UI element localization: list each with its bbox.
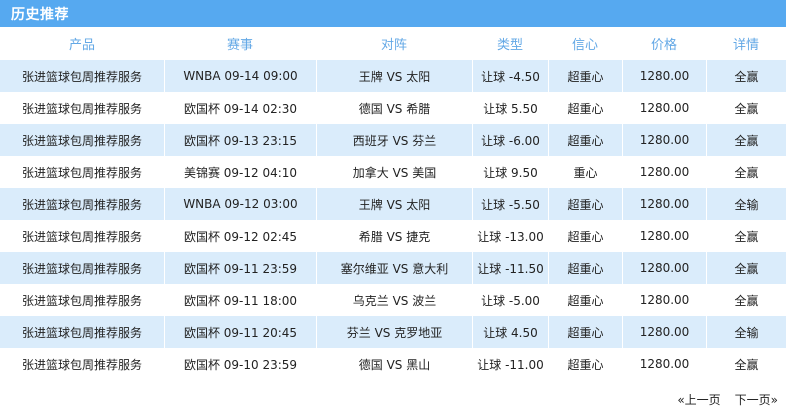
cell-vs: 王牌 VS 太阳 <box>316 188 472 220</box>
history-recommendations-panel: 历史推荐 产品 赛事 对阵 类型 信心 价格 详情 张进篮球包周推荐服务 WNBA… <box>0 0 786 409</box>
cell-product: 张进篮球包周推荐服务 <box>21 357 142 372</box>
cell-price: 1280.00 <box>622 220 706 252</box>
next-page-link[interactable]: 下一页» <box>735 391 778 407</box>
column-header-price: 价格 <box>650 38 677 53</box>
cell-type: 让球 4.50 <box>472 316 548 348</box>
pagination: «上一页 下一页» <box>677 391 778 407</box>
column-header-detail: 详情 <box>732 38 759 53</box>
cell-product: 张进篮球包周推荐服务 <box>21 165 142 180</box>
cell-product: 张进篮球包周推荐服务 <box>21 229 142 244</box>
cell-match: 欧国杯 09-10 23:59 <box>164 348 316 380</box>
cell-type: 让球 -5.50 <box>472 188 548 220</box>
cell-confidence: 超重心 <box>548 60 622 92</box>
cell-detail[interactable]: 全赢 <box>706 156 786 188</box>
cell-match: 欧国杯 09-14 02:30 <box>164 92 316 124</box>
cell-vs: 芬兰 VS 克罗地亚 <box>316 316 472 348</box>
cell-vs: 希腊 VS 捷克 <box>316 220 472 252</box>
cell-detail[interactable]: 全输 <box>706 188 786 220</box>
cell-product: 张进篮球包周推荐服务 <box>0 188 164 220</box>
cell-price: 1280.00 <box>622 284 706 316</box>
cell-price: 1280.00 <box>622 188 706 220</box>
cell-vs: 乌克兰 VS 波兰 <box>316 284 472 316</box>
panel-header: 历史推荐 <box>0 0 786 27</box>
cell-product: 张进篮球包周推荐服务 <box>21 101 142 116</box>
cell-match: 欧国杯 09-13 23:15 <box>164 124 316 156</box>
cell-vs: 西班牙 VS 芬兰 <box>316 124 472 156</box>
table-row: 张进篮球包周推荐服务 欧国杯 09-13 23:15 西班牙 VS 芬兰 让球 -6.… <box>0 124 786 156</box>
cell-confidence: 重心 <box>548 156 622 188</box>
panel-title: 历史推荐 <box>11 6 69 23</box>
cell-vs: 加拿大 VS 美国 <box>316 156 472 188</box>
column-header-type: 类型 <box>496 38 523 53</box>
cell-product: 张进篮球包周推荐服务 <box>21 293 142 308</box>
column-header-confidence: 信心 <box>571 38 598 53</box>
cell-vs: 塞尔维亚 VS 意大利 <box>316 252 472 284</box>
cell-confidence: 超重心 <box>548 284 622 316</box>
cell-match: 欧国杯 09-11 20:45 <box>164 316 316 348</box>
cell-type: 让球 5.50 <box>472 92 548 124</box>
column-header-product: 产品 <box>68 38 95 53</box>
cell-detail[interactable]: 全赢 <box>706 348 786 380</box>
table-row: 张进篮球包周推荐服务 欧国杯 09-11 20:45 芬兰 VS 克罗地亚 让球 4.… <box>0 316 786 348</box>
cell-product: 张进篮球包周推荐服务 <box>0 60 164 92</box>
cell-confidence: 超重心 <box>548 92 622 124</box>
cell-price: 1280.00 <box>622 252 706 284</box>
cell-detail[interactable]: 全赢 <box>706 124 786 156</box>
cell-price: 1280.00 <box>622 124 706 156</box>
cell-vs: 德国 VS 希腊 <box>316 92 472 124</box>
table-row: 张进篮球包周推荐服务 欧国杯 09-12 02:45 希腊 VS 捷克 让球 -13.… <box>0 220 786 252</box>
cell-product: 张进篮球包周推荐服务 <box>0 124 164 156</box>
column-header-vs: 对阵 <box>380 38 407 53</box>
cell-price: 1280.00 <box>622 156 706 188</box>
cell-type: 让球 -5.00 <box>472 284 548 316</box>
cell-price: 1280.00 <box>622 348 706 380</box>
table-row: 张进篮球包周推荐服务 欧国杯 09-11 23:59 塞尔维亚 VS 意大利 让球 -… <box>0 252 786 284</box>
cell-confidence: 超重心 <box>548 124 622 156</box>
cell-type: 让球 -11.00 <box>472 348 548 380</box>
cell-match: WNBA 09-14 09:00 <box>164 60 316 92</box>
cell-product: 张进篮球包周推荐服务 <box>0 316 164 348</box>
cell-confidence: 超重心 <box>548 252 622 284</box>
cell-confidence: 超重心 <box>548 316 622 348</box>
cell-price: 1280.00 <box>622 92 706 124</box>
cell-detail[interactable]: 全输 <box>706 316 786 348</box>
table-row: 张进篮球包周推荐服务 欧国杯 09-11 18:00 乌克兰 VS 波兰 让球 -5.… <box>0 284 786 316</box>
cell-detail[interactable]: 全赢 <box>706 220 786 252</box>
cell-match: 欧国杯 09-12 02:45 <box>164 220 316 252</box>
cell-type: 让球 -4.50 <box>472 60 548 92</box>
cell-vs: 王牌 VS 太阳 <box>316 60 472 92</box>
cell-price: 1280.00 <box>622 60 706 92</box>
cell-type: 让球 -6.00 <box>472 124 548 156</box>
table-row: 张进篮球包周推荐服务 WNBA 09-12 03:00 王牌 VS 太阳 让球 -5.… <box>0 188 786 220</box>
cell-type: 让球 -13.00 <box>472 220 548 252</box>
recommendations-table: 产品 赛事 对阵 类型 信心 价格 详情 张进篮球包周推荐服务 WNBA 09-1… <box>0 27 786 380</box>
cell-match: WNBA 09-12 03:00 <box>164 188 316 220</box>
cell-vs: 德国 VS 黑山 <box>316 348 472 380</box>
prev-page-link[interactable]: «上一页 <box>677 391 720 407</box>
cell-confidence: 超重心 <box>548 348 622 380</box>
cell-price: 1280.00 <box>622 316 706 348</box>
table-row: 张进篮球包周推荐服务 欧国杯 09-14 02:30 德国 VS 希腊 让球 5.50… <box>0 92 786 124</box>
table-row: 张进篮球包周推荐服务 WNBA 09-14 09:00 王牌 VS 太阳 让球 -4.… <box>0 60 786 92</box>
cell-detail[interactable]: 全赢 <box>706 60 786 92</box>
cell-match: 欧国杯 09-11 18:00 <box>164 284 316 316</box>
table-row: 张进篮球包周推荐服务 欧国杯 09-10 23:59 德国 VS 黑山 让球 -11.… <box>0 348 786 380</box>
cell-confidence: 超重心 <box>548 220 622 252</box>
cell-match: 欧国杯 09-11 23:59 <box>164 252 316 284</box>
cell-match: 美锦赛 09-12 04:10 <box>164 156 316 188</box>
cell-detail[interactable]: 全赢 <box>706 92 786 124</box>
table-row: 张进篮球包周推荐服务 美锦赛 09-12 04:10 加拿大 VS 美国 让球 9.5… <box>0 156 786 188</box>
cell-type: 让球 9.50 <box>472 156 548 188</box>
cell-type: 让球 -11.50 <box>472 252 548 284</box>
cell-detail[interactable]: 全赢 <box>706 284 786 316</box>
column-header-match: 赛事 <box>226 38 253 53</box>
table-header-row: 产品 赛事 对阵 类型 信心 价格 详情 <box>0 27 786 60</box>
cell-detail[interactable]: 全赢 <box>706 252 786 284</box>
cell-product: 张进篮球包周推荐服务 <box>0 252 164 284</box>
cell-confidence: 超重心 <box>548 188 622 220</box>
